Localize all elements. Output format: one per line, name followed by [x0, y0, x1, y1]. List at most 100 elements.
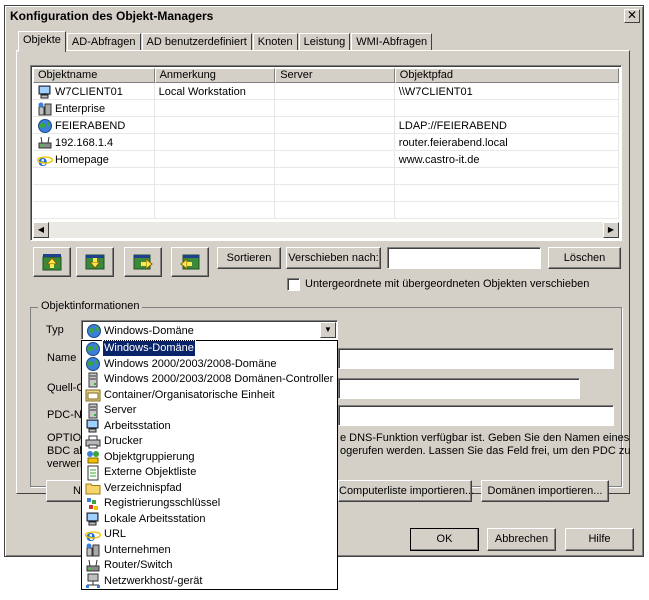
tab-ad-abfragen[interactable]: AD-Abfragen	[66, 33, 141, 51]
scroll-right-button[interactable]: ▶	[603, 222, 619, 238]
import-computers-button[interactable]: Computerliste importieren...	[338, 480, 474, 502]
table-row[interactable]: Enterprise	[33, 100, 619, 117]
table-cell	[155, 151, 276, 168]
move-children-checkbox[interactable]	[287, 278, 300, 291]
tab-knoten[interactable]: Knoten	[252, 33, 298, 51]
table-cell	[275, 100, 395, 117]
dropdown-option-label: URL	[104, 528, 127, 541]
tab-wmi-abfragen[interactable]: WMI-Abfragen	[351, 33, 433, 51]
new-button[interactable]: N	[46, 480, 86, 502]
dropdown-option[interactable]: Lokale Arbeitsstation	[82, 512, 337, 528]
table-row[interactable]	[33, 185, 619, 202]
dropdown-option[interactable]: Externe Objektliste	[82, 465, 337, 481]
close-button[interactable]: ✕	[624, 9, 640, 23]
cell-text: FEIERABEND	[55, 119, 126, 132]
dropdown-option[interactable]: Container/Organisatorische Einheit	[82, 388, 337, 404]
name-label: Name	[47, 352, 77, 364]
listview-header: Objektname Anmerkung Server Objektpfad	[33, 68, 619, 83]
source-input[interactable]	[338, 378, 580, 399]
cell-text: LDAP://FEIERABEND	[398, 119, 507, 132]
table-cell	[33, 202, 155, 219]
pdc-input[interactable]	[338, 405, 614, 426]
table-row[interactable]	[33, 202, 619, 219]
dropdown-option-label: Container/Organisatorische Einheit	[104, 388, 275, 401]
table-row[interactable]: FEIERABEND LDAP://FEIERABEND	[33, 117, 619, 134]
dropdown-option[interactable]: Windows-Domäne	[82, 340, 337, 358]
title-bar: Konfiguration des Objekt-Managers	[6, 7, 640, 25]
dropdown-option[interactable]: e URL	[82, 527, 337, 545]
table-cell	[155, 202, 276, 219]
dropdown-option-label: Lokale Arbeitsstation	[104, 512, 206, 525]
dropdown-option[interactable]: Registrierungsschlüssel	[82, 496, 337, 512]
name-input[interactable]	[338, 348, 614, 369]
type-combobox[interactable]: Windows-Domäne ▼	[81, 320, 338, 340]
dropdown-option[interactable]: Verzeichnispfad	[82, 481, 337, 497]
dropdown-option-label: Unternehmen	[104, 543, 171, 556]
table-cell: router.feierabend.local	[395, 134, 619, 151]
table-cell	[275, 168, 395, 185]
move-children-label: Untergeordnete mit übergeordneten Objekt…	[305, 278, 590, 290]
table-cell	[395, 168, 619, 185]
move-to-button[interactable]: Verschieben nach:	[286, 247, 381, 269]
sort-button[interactable]: Sortieren	[217, 247, 281, 269]
column-header[interactable]: Anmerkung	[154, 68, 276, 83]
move-up-icon	[42, 254, 62, 271]
help-button[interactable]: Hilfe	[565, 528, 634, 551]
cancel-button[interactable]: Abbrechen	[487, 528, 556, 551]
table-row[interactable]	[33, 168, 619, 185]
delete-button[interactable]: Löschen	[548, 247, 621, 269]
dropdown-option[interactable]: Netzwerkhost/-gerät	[82, 573, 337, 590]
dropdown-option[interactable]: Server	[82, 403, 337, 419]
cell-text: 192.168.1.4	[55, 136, 114, 149]
table-cell: \\W7CLIENT01	[395, 83, 619, 100]
type-combobox-value: Windows-Domäne	[86, 323, 194, 339]
workstation-icon	[85, 511, 101, 527]
tab-objekte[interactable]: Objekte	[18, 31, 66, 52]
table-row[interactable]: e Homepage www.castro-it.de	[33, 151, 619, 168]
table-cell: Enterprise	[33, 100, 155, 117]
move-bottom-button[interactable]	[171, 247, 209, 277]
group-icon	[85, 449, 101, 465]
table-cell	[275, 151, 395, 168]
move-down-icon	[85, 254, 105, 270]
dropdown-option[interactable]: Drucker	[82, 434, 337, 450]
move-up-button[interactable]	[76, 247, 114, 277]
horizontal-scrollbar[interactable]: ◀ ▶	[33, 222, 619, 238]
column-header[interactable]: Objektname	[33, 68, 155, 83]
scroll-left-button[interactable]: ◀	[33, 222, 49, 238]
dropdown-option[interactable]: Windows 2000/2003/2008 Domänen-Controlle…	[82, 372, 337, 388]
desc-line1-right: e DNS-Funktion verfügbar ist. Geben Sie …	[340, 432, 630, 444]
table-cell	[155, 117, 276, 134]
table-cell	[275, 117, 395, 134]
dropdown-option-label: Windows-Domäne	[102, 340, 196, 358]
table-row[interactable]: 192.168.1.4 router.feierabend.local	[33, 134, 619, 151]
column-header[interactable]: Server	[275, 68, 395, 83]
network-host-icon	[85, 573, 101, 589]
tab-leistung[interactable]: Leistung	[298, 33, 351, 51]
cell-text: www.castro-it.de	[398, 153, 480, 166]
type-dropdown-list[interactable]: Windows-Domäne Windows 2000/2003/2008-Dom…	[81, 340, 338, 590]
printer-icon	[85, 434, 101, 450]
dropdown-option[interactable]: Router/Switch	[82, 558, 337, 574]
dropdown-option[interactable]: Windows 2000/2003/2008-Domäne	[82, 357, 337, 373]
column-header[interactable]: Objektpfad	[394, 68, 619, 83]
dropdown-option[interactable]: Unternehmen	[82, 543, 337, 559]
chevron-down-icon[interactable]: ▼	[320, 322, 336, 338]
table-cell	[155, 100, 276, 117]
move-down-button[interactable]	[124, 247, 162, 277]
move-top-button[interactable]	[33, 247, 71, 277]
move-to-input[interactable]	[387, 247, 541, 269]
svg-text:e: e	[86, 527, 96, 543]
tab-ad-benutzerdefiniert[interactable]: AD benutzerdefiniert	[141, 33, 252, 51]
ok-button[interactable]: OK	[410, 528, 479, 551]
desc-line3-left: verwen	[47, 458, 83, 470]
objects-listview[interactable]: Objektname Anmerkung Server Objektpfad W7CL…	[30, 65, 622, 241]
dropdown-option[interactable]: Objektgruppierung	[82, 450, 337, 466]
import-domains-button[interactable]: Domänen importieren...	[481, 480, 609, 502]
dropdown-option[interactable]: Arbeitsstation	[82, 419, 337, 435]
dropdown-option-label: Objektgruppierung	[104, 450, 195, 463]
dropdown-option-label: Drucker	[104, 435, 143, 448]
table-row[interactable]: W7CLIENT01 Local Workstation \\W7CLIENT01	[33, 83, 619, 100]
table-cell: LDAP://FEIERABEND	[395, 117, 619, 134]
table-cell	[275, 83, 395, 100]
